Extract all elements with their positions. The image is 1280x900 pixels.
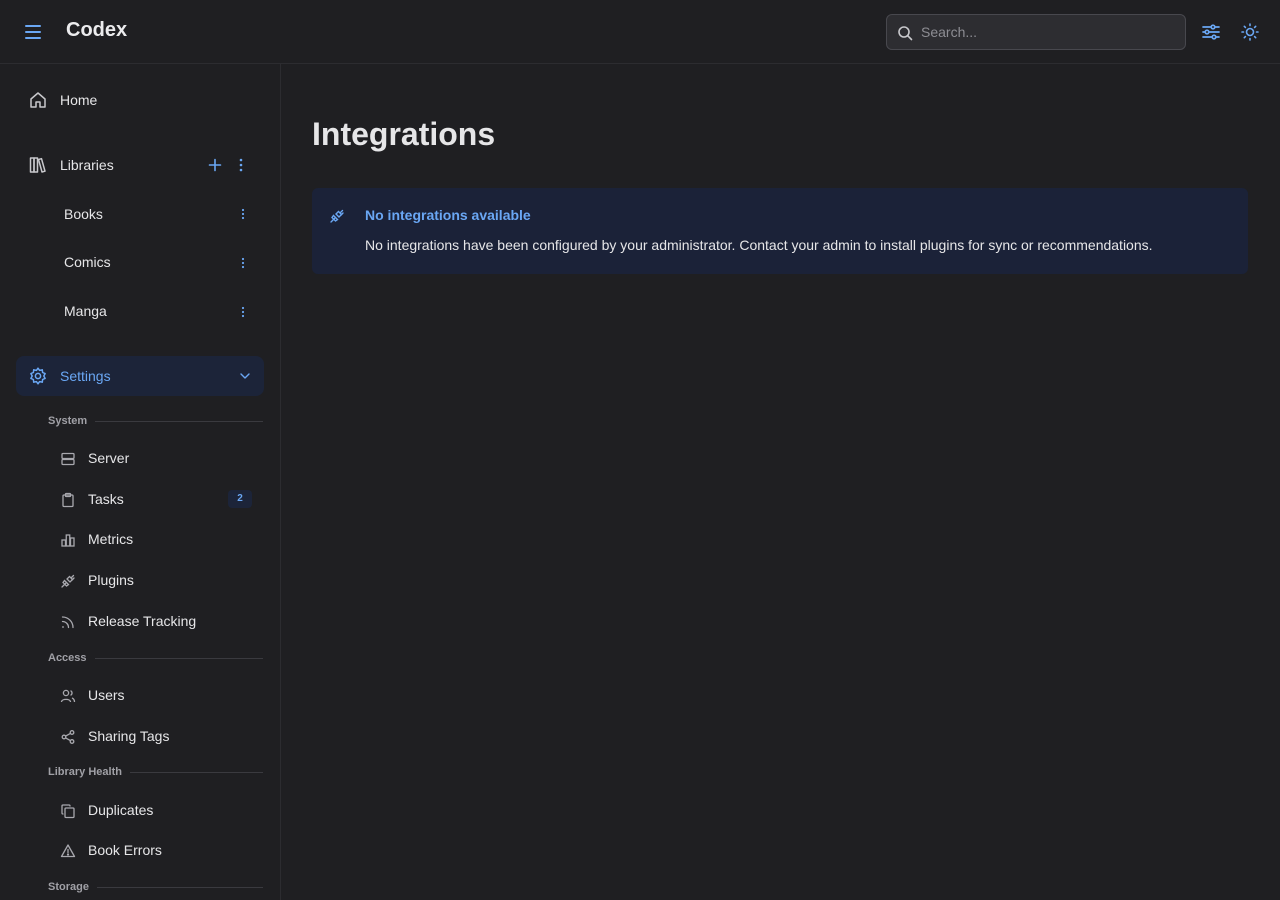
section-header-access: Access	[48, 652, 87, 664]
info-alert: No integrations available No integration…	[312, 188, 1248, 274]
filter-sliders-icon[interactable]	[1199, 20, 1223, 44]
main-content: Integrations No integrations available N…	[281, 64, 1280, 900]
settings-item-tasks[interactable]: Tasks 2	[48, 480, 264, 518]
library-comics-more-icon[interactable]	[235, 255, 251, 271]
settings-item-label: Users	[88, 687, 125, 703]
library-item-comics[interactable]: Comics	[16, 242, 264, 282]
rss-icon	[60, 614, 76, 630]
plug-icon	[60, 573, 76, 589]
settings-item-label: Sharing Tags	[88, 728, 170, 744]
section-divider	[97, 887, 263, 888]
section-header-system: System	[48, 415, 88, 427]
server-icon	[60, 451, 76, 467]
sidebar-item-settings[interactable]: Settings	[16, 356, 264, 396]
tasks-count-badge: 2	[228, 490, 252, 508]
search-box[interactable]	[886, 14, 1186, 50]
add-library-icon[interactable]	[207, 157, 223, 173]
settings-item-duplicates[interactable]: Duplicates	[48, 791, 264, 829]
settings-item-label: Plugins	[88, 572, 134, 588]
settings-item-release-tracking[interactable]: Release Tracking	[48, 602, 264, 640]
bar-chart-icon	[60, 532, 76, 548]
settings-item-label: Release Tracking	[88, 613, 197, 629]
settings-item-label: Book Errors	[88, 842, 162, 858]
settings-item-sharing-tags[interactable]: Sharing Tags	[48, 717, 264, 755]
settings-item-label: Duplicates	[88, 802, 154, 818]
settings-item-metrics[interactable]: Metrics	[48, 520, 264, 558]
plug-icon	[329, 208, 345, 224]
section-header-storage: Storage	[48, 881, 89, 893]
library-item-label: Comics	[64, 254, 111, 270]
app-title[interactable]: Codex	[66, 19, 127, 42]
settings-item-server[interactable]: Server	[48, 439, 264, 477]
settings-item-label: Metrics	[88, 531, 134, 547]
clipboard-icon	[60, 492, 76, 508]
libraries-more-icon[interactable]	[233, 157, 249, 173]
search-input[interactable]	[921, 15, 1181, 49]
section-divider	[95, 421, 263, 422]
gear-icon	[28, 366, 48, 386]
sidebar: Home Libraries Books Comics Manga Settin…	[0, 64, 281, 900]
page-title: Integrations	[312, 116, 496, 152]
copy-icon	[60, 803, 76, 819]
settings-item-label: Tasks	[88, 491, 124, 507]
library-item-label: Books	[64, 206, 103, 222]
home-icon	[28, 90, 48, 110]
settings-item-plugins[interactable]: Plugins	[48, 561, 264, 599]
settings-item-book-errors[interactable]: Book Errors	[48, 831, 264, 869]
section-header-library-health: Library Health	[48, 766, 122, 778]
library-item-books[interactable]: Books	[16, 194, 264, 234]
library-item-label: Manga	[64, 303, 107, 319]
sidebar-item-label: Libraries	[60, 157, 114, 173]
library-icon	[28, 155, 48, 175]
library-item-manga[interactable]: Manga	[16, 291, 264, 331]
warning-icon	[60, 843, 76, 859]
section-divider	[95, 658, 263, 659]
users-icon	[60, 688, 76, 704]
alert-message: No integrations have been configured by …	[365, 237, 1153, 253]
sidebar-item-home[interactable]: Home	[16, 80, 264, 120]
settings-item-label: Server	[88, 450, 130, 466]
sidebar-item-label: Home	[60, 92, 98, 108]
alert-title: No integrations available	[365, 207, 531, 223]
menu-icon[interactable]	[22, 20, 44, 44]
share-icon	[60, 729, 76, 745]
library-books-more-icon[interactable]	[235, 206, 251, 222]
sidebar-item-libraries[interactable]: Libraries	[16, 145, 264, 185]
settings-item-users[interactable]: Users	[48, 676, 264, 714]
sidebar-item-label: Settings	[60, 368, 111, 384]
theme-sun-icon[interactable]	[1238, 20, 1262, 44]
section-divider	[130, 772, 263, 773]
top-bar: Codex	[0, 0, 1280, 64]
chevron-down-icon	[238, 369, 252, 388]
library-manga-more-icon[interactable]	[235, 304, 251, 320]
